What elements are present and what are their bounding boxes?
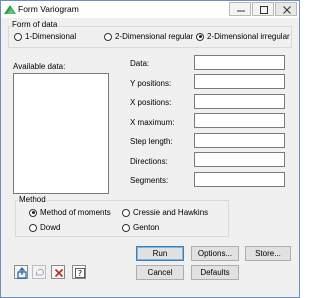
minimize-icon	[237, 10, 245, 12]
available-data-label: Available data:	[13, 62, 66, 71]
close-window-button[interactable]	[275, 2, 297, 16]
help-button[interactable]: ?	[72, 265, 86, 279]
y-positions-field[interactable]	[194, 74, 285, 89]
radio-dot	[29, 223, 37, 232]
radio-dot	[122, 208, 130, 217]
radio-genton[interactable]: Genton	[122, 223, 159, 232]
radio-dot	[122, 223, 130, 232]
radio-label: Genton	[133, 223, 160, 232]
cancel-button[interactable]: Cancel	[136, 265, 184, 280]
radio-dot-selected	[29, 208, 37, 217]
directions-label: Directions:	[130, 157, 168, 166]
data-field[interactable]	[194, 55, 285, 70]
send-to-output-icon	[17, 267, 27, 279]
radio-cressie-and-hawkins[interactable]: Cressie and Hawkins	[122, 208, 208, 217]
svg-text:?: ?	[78, 269, 82, 278]
radio-label: 2-Dimensional irregular	[207, 32, 290, 41]
available-data-list[interactable]	[13, 73, 109, 194]
form-of-data-legend: Form of data	[11, 20, 59, 29]
radio-method-of-moments[interactable]: Method of moments	[29, 208, 111, 217]
x-maximum-field[interactable]	[194, 113, 285, 128]
radio-dot-selected	[196, 32, 204, 41]
radio-label: 1-Dimensional	[25, 32, 77, 41]
maximize-button[interactable]	[252, 2, 274, 16]
radio-label: Method of moments	[40, 208, 111, 217]
radio-dot	[14, 32, 22, 41]
step-length-field[interactable]	[194, 133, 285, 148]
radio-label: 2-Dimensional regular	[115, 32, 194, 41]
data-label: Data:	[130, 59, 150, 68]
step-length-label: Step length:	[130, 137, 173, 146]
radio-label: Dowd	[40, 223, 61, 232]
segments-label: Segments:	[130, 176, 169, 185]
directions-field[interactable]	[194, 152, 285, 167]
dialog-client-area: Form of data 1-Dimensional 2-Dimensional…	[1, 18, 299, 297]
x-positions-field[interactable]	[194, 94, 285, 109]
options-button[interactable]: Options...	[191, 246, 239, 261]
minimize-button[interactable]	[229, 2, 251, 16]
segments-field[interactable]	[194, 172, 285, 187]
send-to-output-button[interactable]	[14, 265, 28, 279]
store-button[interactable]: Store...	[245, 246, 291, 261]
radio-2-dimensional-irregular[interactable]: 2-Dimensional irregular	[196, 32, 290, 41]
maximize-icon	[260, 6, 268, 14]
radio-dowd[interactable]: Dowd	[29, 223, 60, 232]
close-icon	[54, 268, 64, 278]
help-icon: ?	[75, 268, 85, 278]
x-maximum-label: X maximum:	[130, 118, 175, 127]
x-positions-label: X positions:	[130, 98, 172, 107]
window-title: Form Variogram	[18, 4, 79, 14]
close-window-icon	[283, 6, 291, 14]
radio-2-dimensional-regular[interactable]: 2-Dimensional regular	[104, 32, 193, 41]
y-positions-label: Y positions:	[130, 79, 172, 88]
clear-button[interactable]	[32, 265, 46, 279]
variogram-app-icon	[4, 5, 16, 14]
method-legend: Method	[18, 195, 47, 204]
clear-icon	[36, 268, 44, 276]
run-button[interactable]: Run	[136, 246, 184, 261]
title-bar[interactable]: Form Variogram	[1, 1, 299, 18]
radio-1-dimensional[interactable]: 1-Dimensional	[14, 32, 76, 41]
radio-label: Cressie and Hawkins	[133, 208, 209, 217]
radio-dot	[104, 32, 112, 41]
form-variogram-window: Form Variogram Form of data 1-Dimensiona…	[0, 0, 300, 298]
defaults-button[interactable]: Defaults	[191, 265, 239, 280]
close-form-button[interactable]	[51, 265, 65, 279]
